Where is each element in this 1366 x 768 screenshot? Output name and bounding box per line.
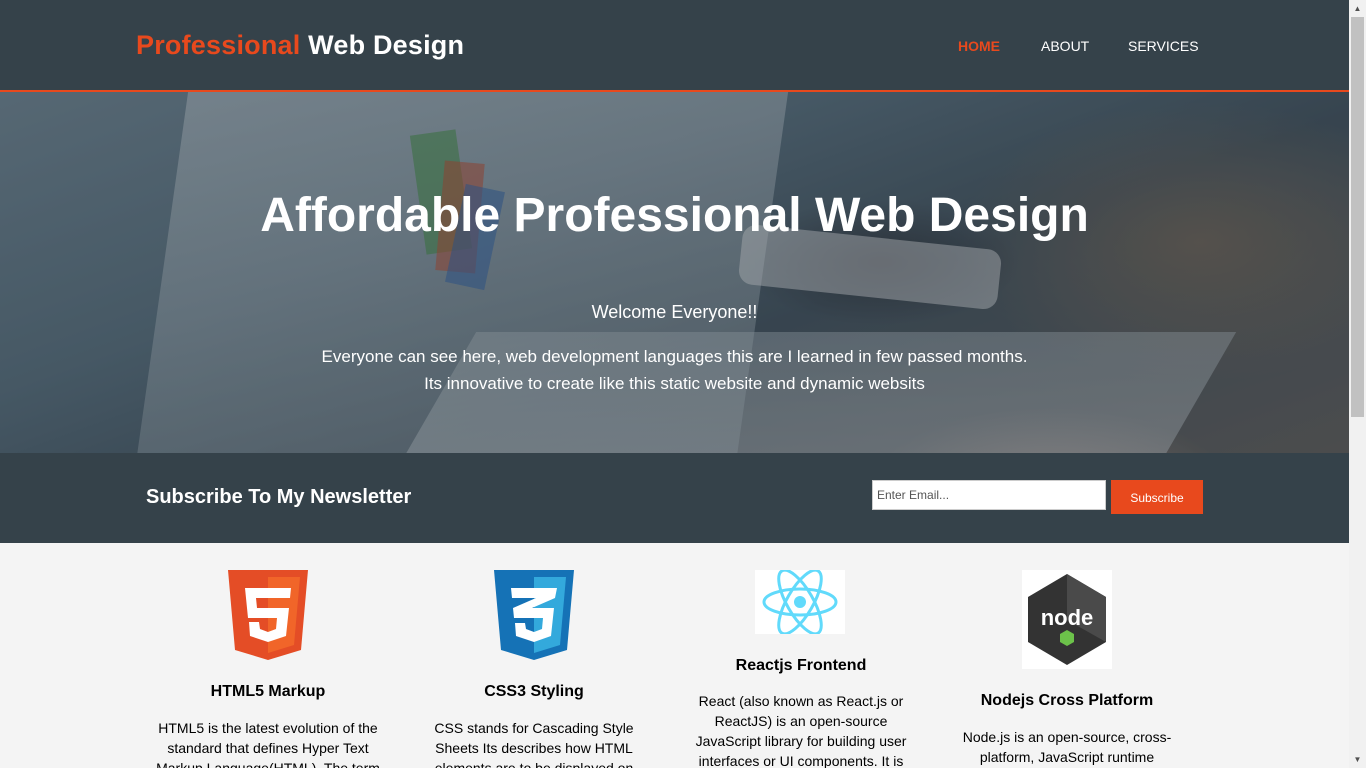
hero-showcase: Affordable Professional Web Design Welco…	[0, 92, 1349, 453]
hero-description-line2: Its innovative to create like this stati…	[424, 374, 925, 393]
css3-logo-icon	[494, 570, 574, 660]
skill-title: CSS3 Styling	[484, 683, 584, 700]
nav-home-link[interactable]: HOME	[958, 38, 1000, 54]
skill-title: Nodejs Cross Platform	[980, 692, 1154, 709]
hero-description-line1: Everyone can see here, web development l…	[321, 347, 1028, 366]
newsletter-email-input[interactable]	[872, 480, 1106, 510]
skill-description: HTML5 is the latest evolution of the sta…	[156, 720, 380, 768]
hero-overlay	[0, 92, 1349, 453]
scrollbar-thumb[interactable]	[1351, 17, 1364, 417]
html5-logo-icon	[228, 570, 308, 660]
scroll-up-arrow-icon[interactable]: ▲	[1349, 0, 1366, 17]
skills-section: HTML5 Markup HTML5 is the latest evoluti…	[0, 543, 1349, 768]
skill-description: Node.js is an open-source, cross-platfor…	[962, 729, 1172, 765]
skill-description: CSS stands for Cascading Style Sheets It…	[434, 720, 634, 768]
site-logo-text[interactable]: Professional Web Design	[136, 30, 464, 61]
subscribe-button[interactable]: Subscribe	[1111, 480, 1203, 514]
nav-services-link[interactable]: SERVICES	[1128, 38, 1199, 54]
brand-rest: Web Design	[300, 30, 465, 60]
newsletter-section: Subscribe To My Newsletter Subscribe	[0, 453, 1349, 543]
hero-title: Affordable Professional Web Design	[260, 189, 1089, 242]
skill-title: Reactjs Frontend	[735, 657, 867, 674]
newsletter-title: Subscribe To My Newsletter	[146, 486, 412, 508]
svg-text:node: node	[1041, 605, 1094, 630]
site-header: Professional Web Design HOME ABOUT SERVI…	[0, 0, 1349, 92]
nav-about-link[interactable]: ABOUT	[1041, 38, 1089, 54]
skill-title: HTML5 Markup	[210, 683, 326, 700]
hero-welcome: Welcome Everyone!!	[591, 302, 758, 322]
brand-highlight: Professional	[136, 30, 301, 60]
scroll-down-arrow-icon[interactable]: ▼	[1349, 751, 1366, 768]
skill-description: React (also known as React.js or ReactJS…	[695, 693, 907, 768]
nodejs-logo-icon: node	[1022, 570, 1112, 669]
page-scrollbar[interactable]: ▲ ▼	[1349, 0, 1366, 768]
react-logo-icon	[755, 570, 845, 634]
